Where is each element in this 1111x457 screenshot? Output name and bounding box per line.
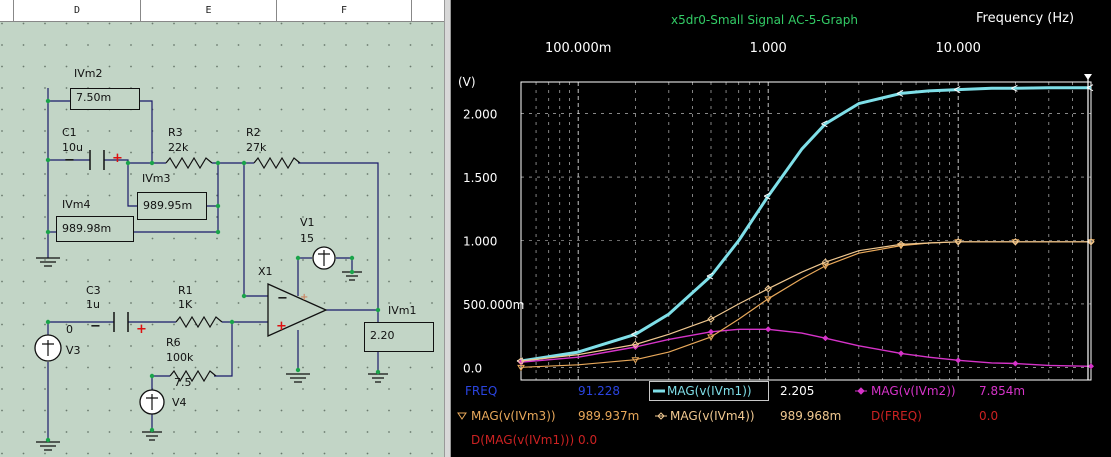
label-ivm4: IVm4 bbox=[62, 198, 91, 211]
label-node-0: 0 bbox=[66, 323, 73, 336]
readout-freq-value: 91.228 bbox=[578, 384, 620, 398]
readout-dfreq-label: D(FREQ) bbox=[871, 409, 922, 423]
series-marker-ivm2 bbox=[1012, 360, 1019, 367]
meter-ivm4-value: 989.98m bbox=[62, 222, 112, 235]
label-r1-value: 1K bbox=[178, 298, 193, 311]
y-tick-label: 500.000m bbox=[463, 298, 524, 312]
label-r2: R2 bbox=[246, 126, 261, 139]
readout-ivm4-value: 989.968m bbox=[780, 409, 842, 423]
label-ivm2: IVm2 bbox=[74, 67, 103, 80]
meter-ivm1-value: 2.20 bbox=[370, 329, 395, 342]
svg-text:−: − bbox=[90, 319, 101, 334]
label-c1: C1 bbox=[62, 126, 77, 139]
series-line-ivm1 bbox=[520, 86, 1091, 363]
readout-ivm1-value: 2.205 bbox=[780, 384, 815, 398]
pane-splitter[interactable] bbox=[444, 0, 451, 457]
readout-ivm3-value: 989.937m bbox=[578, 409, 640, 423]
cursor-handle-icon bbox=[1084, 74, 1092, 80]
meter-ivm2-value: 7.50m bbox=[76, 91, 112, 104]
series-line-ivm3 bbox=[520, 241, 1091, 368]
meter-ivm1[interactable]: 2.20 bbox=[364, 322, 434, 352]
column-d[interactable]: D bbox=[14, 0, 141, 21]
y-axis-unit: (V) bbox=[458, 75, 476, 89]
voltage-source-v3-icon[interactable] bbox=[34, 334, 62, 362]
readout-ivm2-label: MAG(v(IVm2)) bbox=[871, 384, 956, 398]
legend-swatch-ivm4-icon bbox=[655, 412, 667, 420]
svg-text:−: − bbox=[277, 291, 288, 306]
y-tick-label: 1.000 bbox=[463, 235, 497, 249]
label-r6-value: 100k bbox=[166, 351, 194, 364]
label-ivm1: IVm1 bbox=[388, 304, 417, 317]
series-line-ivm2 bbox=[520, 328, 1092, 367]
voltage-source-v4-icon[interactable] bbox=[139, 389, 165, 415]
legend-swatch-ivm2-icon bbox=[855, 387, 867, 395]
series-marker-ivm2 bbox=[955, 357, 962, 364]
svg-text:+: + bbox=[276, 319, 287, 334]
readout-freq-label: FREQ bbox=[465, 384, 498, 398]
label-v1: V1 bbox=[300, 216, 315, 229]
meter-ivm3[interactable]: 989.95m bbox=[137, 192, 207, 220]
x-tick-label: 1.000 bbox=[750, 41, 787, 56]
label-r3-value: 22k bbox=[168, 141, 189, 154]
plot-border bbox=[520, 81, 1092, 381]
label-r6: R6 bbox=[166, 336, 181, 349]
label-v3: V3 bbox=[66, 344, 81, 357]
meter-ivm3-value: 989.95m bbox=[143, 199, 193, 212]
y-tick-label: 0.0 bbox=[463, 361, 482, 375]
column-f[interactable]: F bbox=[277, 0, 412, 21]
label-c3: C3 bbox=[86, 284, 101, 297]
series-marker-ivm2 bbox=[708, 328, 714, 335]
svg-text:−: − bbox=[64, 153, 75, 168]
label-c1-value: 10u bbox=[62, 141, 83, 154]
series-marker-ivm2 bbox=[898, 350, 904, 357]
schematic-pane[interactable]: D E F + + + + − − − IVm2 C1 10u R3 22k R… bbox=[0, 0, 444, 457]
meter-ivm2[interactable]: 7.50m bbox=[70, 88, 140, 110]
label-c3-value: 1u bbox=[86, 298, 100, 311]
y-tick-label: 1.500 bbox=[463, 171, 497, 185]
y-tick-label: 2.000 bbox=[463, 108, 497, 122]
column-header: D E F bbox=[0, 0, 444, 22]
x-tick-label: 100.000m bbox=[545, 41, 611, 56]
readout-ivm4-label: MAG(v(IVm4)) bbox=[670, 409, 755, 423]
readout-dfreq-value: 0.0 bbox=[979, 409, 999, 423]
series-marker-ivm2 bbox=[765, 326, 772, 333]
series-marker-ivm2 bbox=[1088, 363, 1094, 370]
svg-text:+: + bbox=[300, 292, 308, 303]
graph-pane[interactable]: x5dr0-Small Signal AC-5-Graph Frequency … bbox=[451, 0, 1111, 457]
column-header-end bbox=[412, 0, 444, 21]
label-x1: X1 bbox=[258, 265, 273, 278]
x-tick-label: 10.000 bbox=[935, 41, 981, 56]
meter-ivm4[interactable]: 989.98m bbox=[56, 216, 134, 242]
label-node-7-5: 7.5 bbox=[174, 376, 192, 389]
svg-text:+: + bbox=[136, 322, 147, 337]
readout-ivm2-value: 7.854m bbox=[979, 384, 1026, 398]
voltage-source-v1-icon[interactable] bbox=[312, 246, 336, 270]
column-e[interactable]: E bbox=[141, 0, 277, 21]
readout-ivm3-label: MAG(v(IVm3)) bbox=[471, 409, 556, 423]
svg-text:+: + bbox=[112, 151, 123, 166]
readout-ivm1-box[interactable]: MAG(v(IVm1)) bbox=[649, 381, 769, 401]
series-marker-ivm2 bbox=[822, 335, 829, 342]
legend-swatch-ivm3-icon bbox=[457, 412, 467, 420]
readout-dmag-label: D(MAG(v(IVm1))) bbox=[471, 433, 575, 447]
readout-dmag-value: 0.0 bbox=[578, 433, 598, 447]
readout-ivm1-label: MAG(v(IVm1)) bbox=[667, 384, 752, 398]
label-r2-value: 27k bbox=[246, 141, 267, 154]
label-v1-value: 15 bbox=[300, 232, 314, 245]
label-r3: R3 bbox=[168, 126, 183, 139]
label-r1: R1 bbox=[178, 284, 193, 297]
label-v4: V4 bbox=[172, 396, 187, 409]
column-header-blank bbox=[0, 0, 14, 21]
label-ivm3: IVm3 bbox=[142, 172, 171, 185]
